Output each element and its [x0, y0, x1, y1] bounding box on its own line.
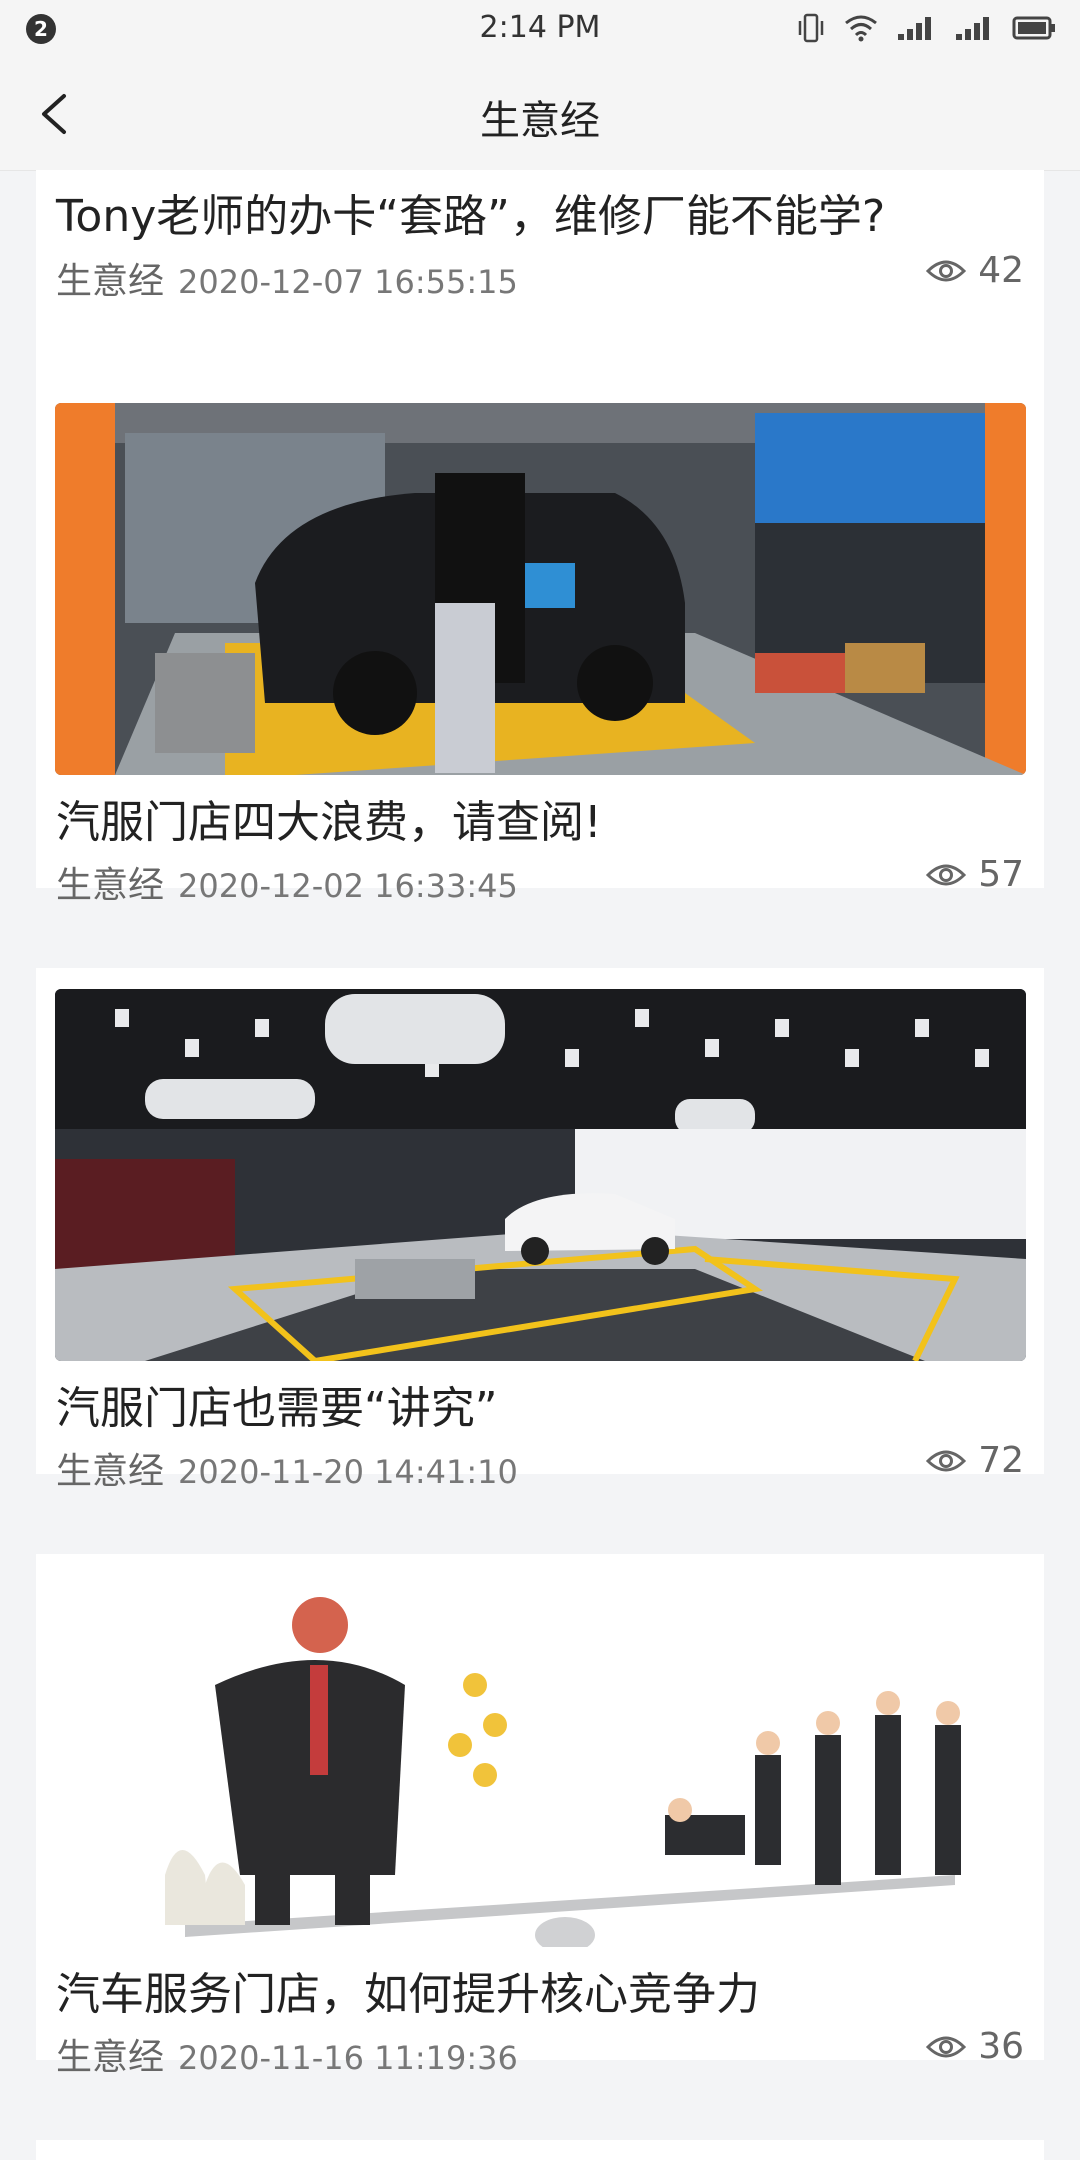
- article-card[interactable]: 汽车服务门店，如何提升核心竞争力 生意经 2020-11-16 11:19:36…: [36, 1554, 1044, 2078]
- article-source: 生意经: [56, 865, 165, 906]
- view-count-value: 42: [978, 250, 1024, 291]
- eye-icon: [926, 864, 967, 885]
- eye-icon: [926, 1450, 967, 1471]
- article-meta: 生意经 2020-11-20 14:41:10: [56, 1442, 518, 1494]
- app-bar: 生意经: [0, 58, 1080, 171]
- article-source: 生意经: [56, 2037, 165, 2078]
- view-count: 36: [926, 2026, 1024, 2067]
- article-card-partial[interactable]: [36, 2140, 1044, 2160]
- car-wash-shop-image: [55, 403, 1026, 775]
- article-date: 2020-12-02 16:33:45: [178, 867, 518, 905]
- system-icons: [796, 12, 1056, 44]
- article-card[interactable]: 汽服门店也需要“讲究” 生意经 2020-11-20 14:41:10 72: [36, 968, 1044, 1492]
- article-title: 汽车服务门店，如何提升核心竞争力: [56, 1969, 760, 2020]
- page-title: 生意经: [480, 98, 600, 144]
- article-thumbnail: [55, 989, 1026, 1361]
- eye-icon: [926, 260, 967, 281]
- article-title: Tony老师的办卡“套路”，维修厂能不能学?: [56, 191, 886, 242]
- seesaw-illustration-image: [55, 1575, 1026, 1947]
- vibrate-icon: [798, 13, 824, 43]
- signal-icon: [898, 17, 931, 40]
- view-count-value: 72: [978, 1440, 1024, 1481]
- article-date: 2020-11-20 14:41:10: [178, 1453, 518, 1491]
- article-source: 生意经: [56, 1451, 165, 1492]
- view-count: 42: [926, 250, 1024, 291]
- article-meta: 生意经 2020-12-02 16:33:45: [56, 856, 518, 908]
- view-count: 57: [926, 854, 1024, 895]
- article-source: 生意经: [56, 261, 165, 302]
- signal-2-icon: [956, 17, 989, 40]
- article-list[interactable]: Tony老师的办卡“套路”，维修厂能不能学? 生意经 2020-12-07 16…: [0, 170, 1080, 2160]
- article-date: 2020-12-07 16:55:15: [178, 263, 518, 301]
- status-bar: 2 2:14 PM: [0, 0, 1080, 58]
- article-meta: 生意经 2020-11-16 11:19:36: [56, 2028, 518, 2080]
- eye-icon: [926, 2036, 967, 2057]
- view-count-value: 36: [978, 2026, 1024, 2067]
- auto-service-showroom-image: [55, 989, 1026, 1361]
- battery-icon: [1012, 16, 1055, 40]
- article-meta: 生意经 2020-12-07 16:55:15: [56, 252, 518, 304]
- article-title: 汽服门店也需要“讲究”: [56, 1383, 498, 1434]
- article-title: 汽服门店四大浪费，请查阅!: [56, 797, 602, 848]
- article-date: 2020-11-16 11:19:36: [178, 2039, 518, 2077]
- view-count-value: 57: [978, 854, 1024, 895]
- wifi-icon: [845, 15, 877, 42]
- article-thumbnail: [55, 403, 1026, 775]
- article-thumbnail: [55, 1575, 1026, 1947]
- view-count: 72: [926, 1440, 1024, 1481]
- article-card[interactable]: 汽服门店四大浪费，请查阅! 生意经 2020-12-02 16:33:45 57: [36, 382, 1044, 906]
